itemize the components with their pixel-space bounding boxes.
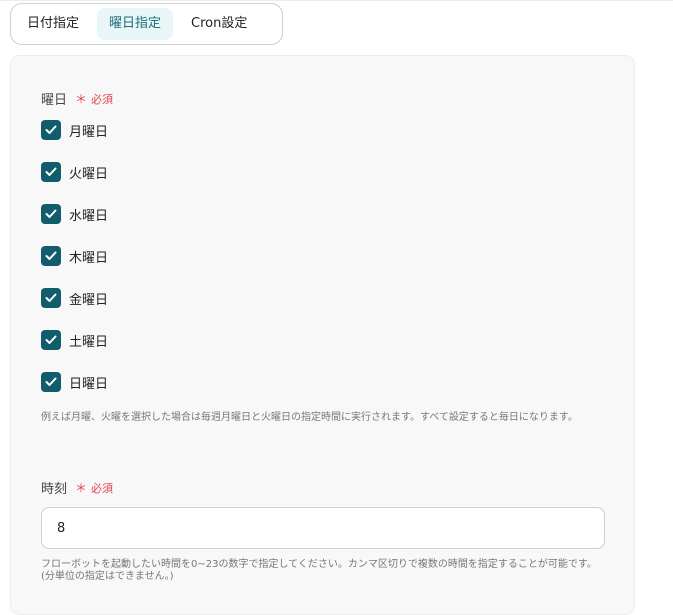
weekday-option-friday[interactable]: 金曜日 [41,288,108,308]
time-label-text: 時刻 [41,482,68,497]
schedule-type-tabs: 日付指定 曜日指定 Cron設定 [10,3,283,45]
weekday-label: 水曜日 [69,208,109,224]
time-input[interactable] [41,507,605,549]
checkbox-friday[interactable] [41,288,61,308]
check-icon [45,209,57,218]
check-icon [45,335,57,344]
weekday-option-saturday[interactable]: 土曜日 [41,330,108,350]
required-badge: ＊ 必須 [75,90,113,107]
weekday-label: 火曜日 [69,166,109,182]
weekday-field-label: 曜日 ＊ 必須 [41,89,113,108]
weekday-option-wednesday[interactable]: 水曜日 [41,204,108,224]
weekday-option-thursday[interactable]: 木曜日 [41,246,108,266]
checkbox-wednesday[interactable] [41,204,61,224]
tab-cron[interactable]: Cron設定 [179,8,259,40]
required-text: 必須 [91,481,114,495]
tab-date[interactable]: 日付指定 [15,8,91,40]
check-icon [45,377,57,386]
checkbox-thursday[interactable] [41,246,61,266]
required-star-icon: ＊ [75,92,88,106]
weekday-label: 金曜日 [69,292,109,308]
check-icon [45,251,57,260]
weekday-label: 土曜日 [69,334,109,350]
checkbox-monday[interactable] [41,120,61,140]
weekday-label: 木曜日 [69,250,109,266]
weekday-label-text: 曜日 [41,93,68,108]
required-text: 必須 [91,92,114,106]
top-divider [0,0,673,1]
tab-weekday[interactable]: 曜日指定 [97,8,174,40]
weekday-option-tuesday[interactable]: 火曜日 [41,162,108,182]
check-icon [45,167,57,176]
required-star-icon: ＊ [75,481,88,495]
checkbox-saturday[interactable] [41,330,61,350]
checkbox-tuesday[interactable] [41,162,61,182]
time-hint: フローボットを起動したい時間を0~23の数字で指定してください。カンマ区切りで複… [41,559,597,582]
check-icon [45,125,57,134]
weekday-option-sunday[interactable]: 日曜日 [41,372,108,392]
weekday-label: 月曜日 [69,124,109,140]
check-icon [45,293,57,302]
weekday-label: 日曜日 [69,376,109,392]
required-badge: ＊ 必須 [75,479,113,496]
weekday-option-monday[interactable]: 月曜日 [41,120,108,140]
checkbox-sunday[interactable] [41,372,61,392]
weekday-hint: 例えば月曜、火曜を選択した場合は毎週月曜日と火曜日の指定時間に実行されます。すべ… [41,412,578,423]
time-field-label: 時刻 ＊ 必須 [41,478,113,497]
